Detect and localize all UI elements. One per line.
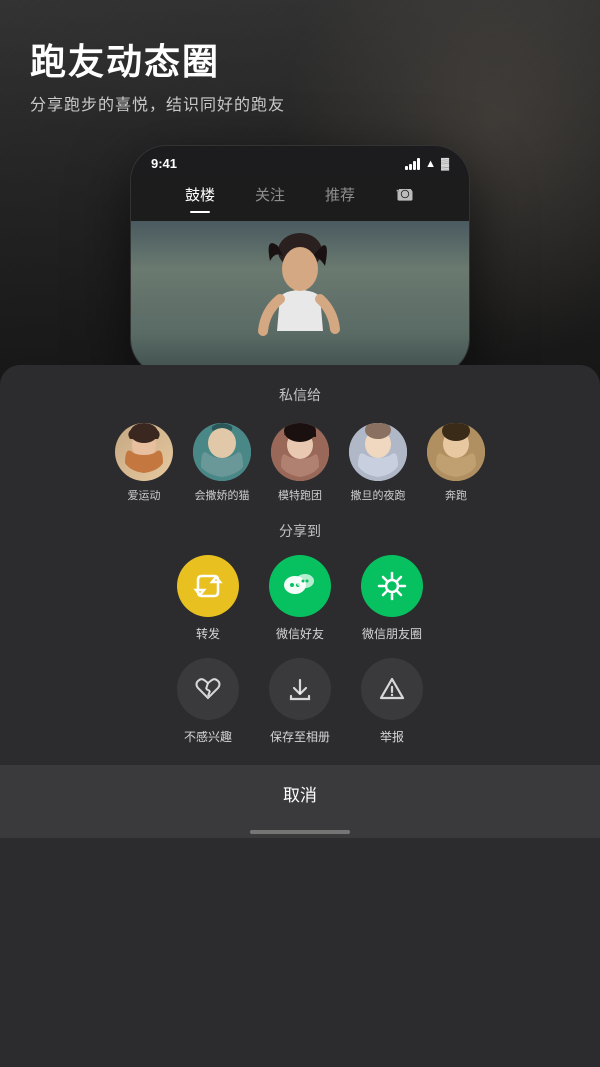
- wifi-icon: ▲: [425, 158, 436, 170]
- share-label-wechat: 微信好友: [276, 625, 324, 642]
- contact-item-5[interactable]: 奔跑: [426, 423, 486, 503]
- not-interested-icon-circle: [177, 658, 239, 720]
- avatar-3-image: [271, 423, 329, 481]
- avatar-2: [193, 423, 251, 481]
- contact-label-3: 模特跑团: [278, 487, 322, 503]
- avatar-2-image: [193, 423, 251, 481]
- heart-broken-icon: [195, 676, 221, 702]
- phone-time: 9:41: [151, 156, 177, 171]
- extra-label-report: 举报: [380, 728, 404, 745]
- tab-gulou[interactable]: 鼓楼: [185, 184, 215, 209]
- repost-icon-circle: [177, 555, 239, 617]
- home-indicator: [0, 822, 600, 838]
- contact-item-3[interactable]: 模特跑团: [270, 423, 330, 503]
- wechat-icon: [282, 568, 318, 604]
- extra-item-not-interested[interactable]: 不感兴趣: [177, 658, 239, 745]
- avatar-1-image: [115, 423, 173, 481]
- private-message-title: 私信给: [0, 385, 600, 405]
- contact-label-1: 爱运动: [128, 487, 161, 503]
- signal-icon: [405, 158, 420, 170]
- extra-label-save: 保存至相册: [270, 728, 330, 745]
- cancel-section: 取消: [0, 765, 600, 822]
- phone-mockup: 9:41 ▲ ▓ 鼓楼 关注 推荐: [130, 145, 470, 375]
- header-section: 跑友动态圈 分享跑步的喜悦，结识同好的跑友: [0, 0, 600, 125]
- avatar-5: [427, 423, 485, 481]
- share-item-moments[interactable]: 微信朋友圈: [361, 555, 423, 642]
- share-row: 转发 微信好友: [0, 555, 600, 642]
- page-content: 跑友动态圈 分享跑步的喜悦，结识同好的跑友 9:41 ▲ ▓ 鼓楼 关注 推荐: [0, 0, 600, 1067]
- page-subtitle: 分享跑步的喜悦，结识同好的跑友: [30, 91, 570, 115]
- share-item-wechat[interactable]: 微信好友: [269, 555, 331, 642]
- avatar-4-image: [349, 423, 407, 481]
- report-icon-circle: [361, 658, 423, 720]
- extra-actions-row: 不感兴趣 保存至相册: [0, 642, 600, 751]
- download-icon: [287, 676, 313, 702]
- share-label-repost: 转发: [196, 625, 220, 642]
- camera-icon[interactable]: [395, 184, 415, 209]
- warning-icon: [379, 676, 405, 702]
- avatar-4: [349, 423, 407, 481]
- tab-follow[interactable]: 关注: [255, 184, 285, 209]
- avatar-5-image: [427, 423, 485, 481]
- tab-recommend[interactable]: 推荐: [325, 184, 355, 209]
- home-bar: [250, 830, 350, 834]
- extra-item-save[interactable]: 保存至相册: [269, 658, 331, 745]
- contact-label-2: 会撒娇的猫: [195, 487, 250, 503]
- contact-label-5: 奔跑: [445, 487, 467, 503]
- contact-item-4[interactable]: 撒旦的夜跑: [348, 423, 408, 503]
- save-icon-circle: [269, 658, 331, 720]
- moments-icon-circle: [361, 555, 423, 617]
- avatar-3: [271, 423, 329, 481]
- share-label-moments: 微信朋友圈: [362, 625, 422, 642]
- phone-status-bar: 9:41 ▲ ▓: [131, 146, 469, 176]
- phone-nav-tabs: 鼓楼 关注 推荐: [131, 176, 469, 221]
- action-sheet: 私信给 爱运动: [0, 365, 600, 1067]
- battery-icon: ▓: [441, 158, 449, 170]
- contact-item-1[interactable]: 爱运动: [114, 423, 174, 503]
- runner-silhouette: [245, 231, 355, 375]
- extra-label-not-interested: 不感兴趣: [184, 728, 232, 745]
- wechat-icon-circle: [269, 555, 331, 617]
- contacts-row: 爱运动 会撒娇的猫: [0, 423, 600, 503]
- page-title: 跑友动态圈: [30, 40, 570, 83]
- phone-image-area: [131, 221, 469, 375]
- extra-item-report[interactable]: 举报: [361, 658, 423, 745]
- repost-icon: [192, 570, 224, 602]
- share-section-title: 分享到: [0, 521, 600, 541]
- moments-icon: [375, 569, 409, 603]
- avatar-1: [115, 423, 173, 481]
- share-item-repost[interactable]: 转发: [177, 555, 239, 642]
- contact-label-4: 撒旦的夜跑: [351, 487, 406, 503]
- contact-item-2[interactable]: 会撒娇的猫: [192, 423, 252, 503]
- cancel-button[interactable]: 取消: [16, 781, 584, 806]
- status-icons: ▲ ▓: [405, 158, 449, 170]
